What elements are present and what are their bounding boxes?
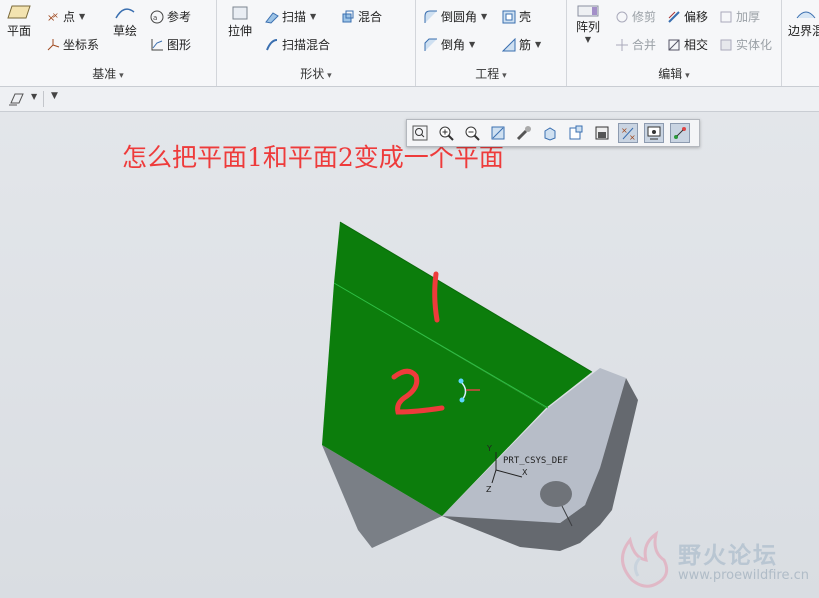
forum-logo-icon xyxy=(621,530,669,588)
pivot-marker-dot xyxy=(458,378,464,384)
display-style-icon[interactable] xyxy=(514,123,534,143)
svg-text:×: × xyxy=(629,133,636,141)
zoom-out-icon[interactable] xyxy=(462,123,482,143)
spin-center-icon[interactable] xyxy=(644,123,664,143)
saved-orientations-icon[interactable] xyxy=(540,123,560,143)
zoom-in-icon[interactable] xyxy=(436,123,456,143)
refit-icon[interactable] xyxy=(410,123,430,143)
view-toolbar: × × xyxy=(406,119,700,147)
svg-text:×: × xyxy=(621,126,628,135)
repaint-icon[interactable] xyxy=(488,123,508,143)
part-model[interactable]: PRT_CSYS_DEF Y X Z xyxy=(0,0,819,598)
pivot-marker-dot xyxy=(459,397,465,403)
csys-y-label: Y xyxy=(486,444,492,453)
annotation-display-icon[interactable] xyxy=(670,123,690,143)
datum-display-icon[interactable]: × × xyxy=(618,123,638,143)
csys-x-label: X xyxy=(522,468,528,477)
section-icon[interactable] xyxy=(592,123,612,143)
annotation-mark-1 xyxy=(432,271,440,323)
csys-z-label: Z xyxy=(486,485,492,494)
watermark-url: www.proewildfire.cn xyxy=(678,568,809,583)
watermark-title: 野火论坛 xyxy=(678,543,778,569)
csys-name-label: PRT_CSYS_DEF xyxy=(503,456,568,466)
named-views-icon[interactable] xyxy=(566,123,586,143)
mounting-hole xyxy=(540,481,572,507)
